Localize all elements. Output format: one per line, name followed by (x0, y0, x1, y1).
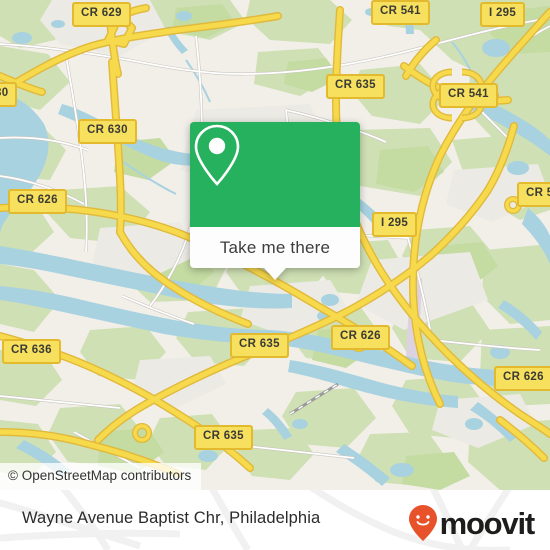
map-pin-icon (194, 124, 240, 186)
popup-pointer-tail (264, 268, 286, 280)
moovit-logo[interactable]: moovit (408, 504, 536, 542)
map-popup-card[interactable]: Take me there (190, 122, 360, 280)
popup-header (190, 122, 360, 227)
road-shield: CR 630 (78, 119, 137, 144)
road-shield: CR 541 (439, 83, 498, 108)
take-me-there-button[interactable]: Take me there (220, 238, 330, 258)
map-attribution[interactable]: © OpenStreetMap contributors (0, 463, 202, 490)
moovit-wordmark: moovit (439, 505, 536, 541)
road-shield: CR 635 (230, 333, 289, 358)
map-canvas[interactable]: CR 629 CR 541 I 295 CR 635 CR 541 30 CR 630 CR … (0, 0, 550, 490)
road-shield: CR 635 (194, 425, 253, 450)
road-shield: CR 636 (2, 339, 61, 364)
road-shield: CR 626 (494, 366, 550, 391)
road-shield: CR 626 (8, 189, 67, 214)
attribution-text: © OpenStreetMap contributors (8, 468, 192, 484)
road-shield: CR 629 (72, 2, 131, 27)
bottom-info-bar: Wayne Avenue Baptist Chr, Philadelphia m… (0, 490, 550, 550)
road-shield: I 295 (480, 2, 526, 27)
road-shield: CR 635 (326, 74, 385, 99)
place-title: Wayne Avenue Baptist Chr, Philadelphia (22, 509, 321, 527)
popup-footer[interactable]: Take me there (190, 227, 360, 268)
road-shield: CR 541 (371, 0, 430, 25)
moovit-pin-smiley-icon (408, 505, 437, 541)
road-shield: 30 (0, 82, 18, 107)
moovit-map-screenshot: CR 629 CR 541 I 295 CR 635 CR 541 30 CR 630 CR … (0, 0, 550, 550)
road-shield: CR 54 (517, 182, 550, 207)
road-shield: CR 626 (331, 325, 390, 350)
road-shield: I 295 (372, 212, 418, 237)
